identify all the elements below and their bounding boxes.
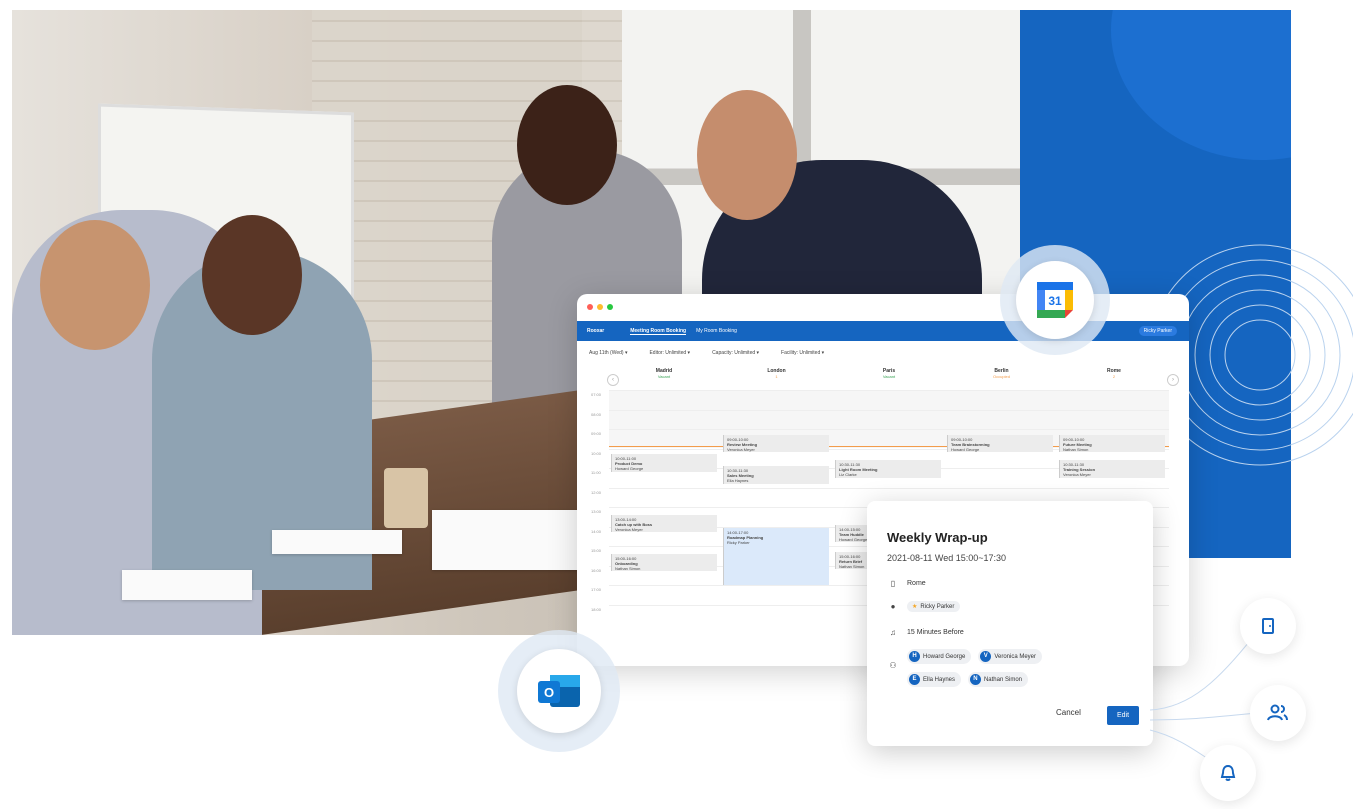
time-label: 10:00: [591, 450, 602, 456]
event-room: Rome: [907, 580, 926, 587]
maximize-dot[interactable]: [607, 304, 613, 310]
minimize-dot[interactable]: [597, 304, 603, 310]
photo-paper: [272, 530, 402, 554]
event-block[interactable]: 15:00-16:00 Onboarding Nathan Simon: [611, 553, 717, 572]
event-block[interactable]: 10:30-11:30 Sales Meeting Ella Haynes: [723, 466, 829, 484]
star-icon: ★: [912, 604, 918, 610]
attendee-chip[interactable]: H Howard George: [907, 649, 972, 664]
event-owner: Veronica Meyer: [727, 446, 755, 452]
event-owner: Ricky Parker: [727, 540, 750, 546]
hour-gridline: [609, 487, 1169, 489]
event-attendees-row: ⚇ H Howard George V Veronica Meyer E Ella H…: [887, 649, 1047, 687]
cancel-button[interactable]: Cancel: [1056, 708, 1081, 717]
event-block[interactable]: 09:00-10:00 Team Brainstorming Howard Geor…: [947, 434, 1053, 453]
event-owner: Veronica Meyer: [615, 526, 643, 532]
attendee-list: H Howard George V Veronica Meyer E Ella Hay…: [907, 649, 1047, 687]
time-label: 08:00: [591, 411, 602, 417]
photo-paper: [432, 510, 582, 570]
time-label: 11:00: [591, 470, 601, 475]
time-label: 07:00: [591, 392, 602, 397]
time-label: 17:00: [591, 587, 602, 592]
event-owner: Ella Haynes: [727, 478, 749, 484]
time-label: 16:00: [591, 567, 602, 573]
outlook-badge: O: [498, 630, 620, 752]
time-label: 09:00: [591, 431, 602, 436]
door-icon: ▯: [890, 579, 896, 588]
event-organizer-row: ● ★ Ricky Parker: [887, 601, 965, 612]
user-name: Ricky Parker: [1143, 328, 1172, 334]
app-logo[interactable]: Rooxar: [587, 328, 604, 334]
event-title: Weekly Wrap-up: [887, 530, 988, 545]
organizer-chip[interactable]: ★ Ricky Parker: [907, 601, 961, 612]
attendee-chip[interactable]: E Ella Haynes: [907, 672, 962, 687]
outlook-icon: O: [538, 675, 580, 707]
location-headers: Madrid Vacant London 1 Paris Vacant Berlin O…: [609, 368, 1169, 379]
svg-text:31: 31: [1048, 294, 1062, 308]
location-madrid[interactable]: Madrid Vacant: [609, 368, 719, 379]
event-owner: Liz Clarke: [839, 472, 857, 478]
people-icon: [1267, 704, 1288, 721]
location-berlin[interactable]: Berlin Occupied: [947, 368, 1057, 379]
event-block[interactable]: 09:00-10:00 Future Meeting Nathan Simon: [1059, 434, 1165, 453]
time-label: 15:00: [591, 548, 602, 553]
event-reminder: 15 Minutes Before: [907, 629, 964, 636]
reminder-button[interactable]: [1200, 745, 1256, 801]
editor-filter[interactable]: Editor: Unlimited ▾: [649, 350, 690, 356]
event-detail-popup: Weekly Wrap-up 2021-08-11 Wed 15:00~17:3…: [867, 501, 1153, 746]
date-filter[interactable]: Aug 11th (Wed) ▾: [589, 350, 627, 356]
capacity-filter[interactable]: Capacity: Unlimited ▾: [712, 350, 759, 356]
event-block[interactable]: 14:00-17:00 Roadmap Planning Ricky Parker: [723, 528, 829, 585]
tab-meeting-room-booking[interactable]: Meeting Room Booking: [630, 328, 687, 335]
event-owner: Nathan Simon: [615, 565, 641, 571]
event-owner: Howard George: [951, 446, 980, 452]
attendee-chip[interactable]: V Veronica Meyer: [978, 649, 1042, 664]
google-calendar-icon: 31: [1037, 282, 1073, 318]
door-icon: [1262, 618, 1274, 634]
event-owner: Howard George: [615, 466, 644, 472]
google-calendar-badge: 31: [1000, 245, 1110, 355]
attendee-chip[interactable]: N Nathan Simon: [967, 672, 1028, 687]
time-label: 12:00: [591, 489, 602, 495]
event-owner: Nathan Simon: [1063, 446, 1089, 452]
photo-coffee-cup: [384, 468, 428, 528]
event-block[interactable]: 10:30-11:30 Light Room Meeting Liz Clarke: [835, 460, 941, 478]
photo-head-3: [517, 85, 617, 205]
photo-head-2: [202, 215, 302, 335]
facility-filter[interactable]: Facility: Unlimited ▾: [781, 350, 824, 356]
bell-icon: [1220, 764, 1236, 781]
close-dot[interactable]: [587, 304, 593, 310]
photo-paper: [122, 570, 252, 600]
time-label: 18:00: [591, 606, 602, 612]
time-label: 13:00: [591, 509, 602, 514]
event-block[interactable]: 13:00-14:00 Catch up with Boss Veronica Me…: [611, 514, 717, 533]
event-block[interactable]: 10:30-11:30 Training Session Veronica Meye…: [1059, 460, 1165, 478]
tab-my-room-booking[interactable]: My Room Booking: [696, 328, 737, 334]
attendees-button[interactable]: [1250, 685, 1306, 741]
group-icon: ⚇: [889, 661, 897, 670]
event-block[interactable]: 09:00-10:00 Review Meeting Veronica Meyer: [723, 434, 829, 453]
hour-gridline: [609, 409, 1169, 411]
user-menu[interactable]: Ricky Parker: [1138, 326, 1177, 336]
filter-bar: Aug 11th (Wed) ▾ Editor: Unlimited ▾ Cap…: [589, 350, 824, 356]
event-datetime: 2021-08-11 Wed 15:00~17:30: [887, 553, 1007, 563]
event-block[interactable]: 10:00-11:00 Product Demo Howard George: [611, 454, 717, 472]
location-paris[interactable]: Paris Vacant: [834, 368, 944, 379]
bell-icon: ♫: [890, 628, 896, 637]
event-reminder-row: ♫ 15 Minutes Before: [887, 628, 964, 637]
hour-gridline: [609, 429, 1169, 430]
hour-gridline: [609, 390, 1169, 391]
event-room-row: ▯ Rome: [887, 579, 926, 588]
window-controls: [587, 304, 613, 310]
room-door-button[interactable]: [1240, 598, 1296, 654]
person-icon: ●: [890, 602, 896, 611]
photo-head-1: [40, 220, 150, 350]
svg-text:O: O: [544, 685, 554, 700]
location-rome[interactable]: Rome 2: [1059, 368, 1169, 379]
event-owner: Veronica Meyer: [1063, 472, 1091, 478]
location-london[interactable]: London 1: [722, 368, 832, 379]
time-label: 14:00: [591, 528, 602, 534]
photo-head-4: [697, 90, 797, 220]
